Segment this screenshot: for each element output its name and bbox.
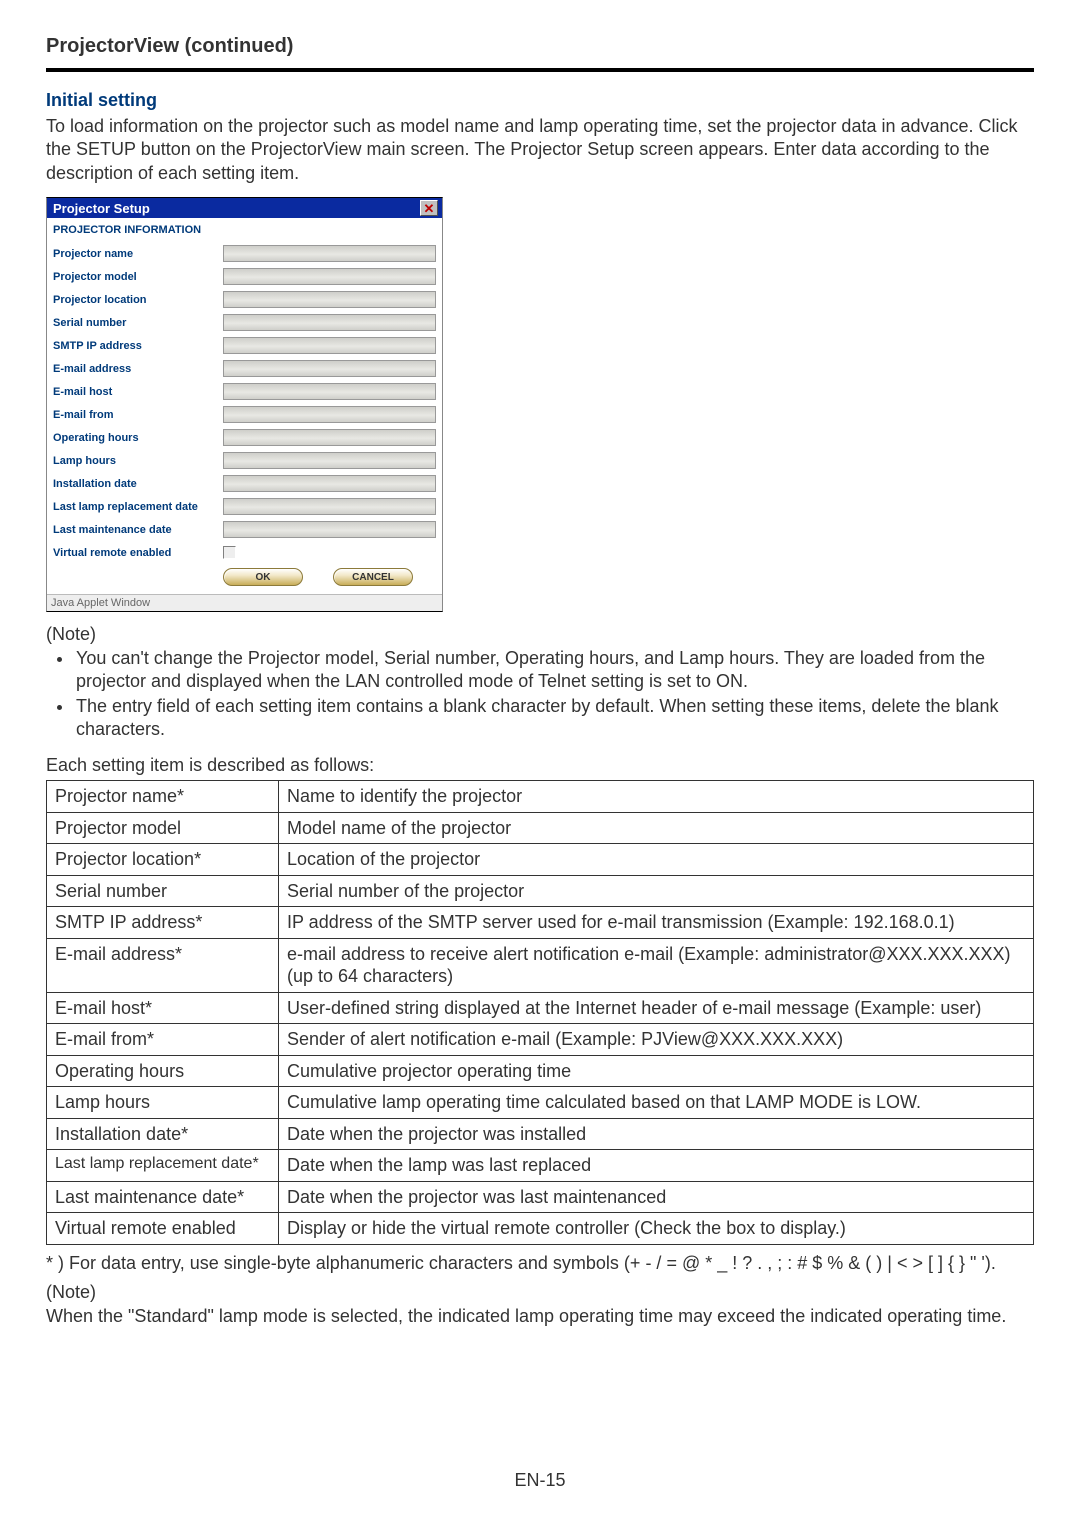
setting-name: Projector location* <box>47 844 279 876</box>
intro-paragraph: To load information on the projector suc… <box>46 115 1034 185</box>
label-email-address: E-mail address <box>53 363 223 375</box>
input-installation-date[interactable] <box>223 475 436 492</box>
setting-desc: Date when the projector was installed <box>279 1118 1034 1150</box>
label-email-from: E-mail from <box>53 409 223 421</box>
divider <box>46 68 1034 72</box>
setting-desc: Date when the projector was last mainten… <box>279 1181 1034 1213</box>
setting-name: Projector name* <box>47 781 279 813</box>
label-email-host: E-mail host <box>53 386 223 398</box>
input-email-host[interactable] <box>223 383 436 400</box>
setting-name: Serial number <box>47 875 279 907</box>
input-last-maintenance[interactable] <box>223 521 436 538</box>
label-installation-date: Installation date <box>53 478 223 490</box>
table-row: Projector location*Location of the proje… <box>47 844 1034 876</box>
label-last-maintenance: Last maintenance date <box>53 524 223 536</box>
setting-desc: Cumulative projector operating time <box>279 1055 1034 1087</box>
table-row: Serial numberSerial number of the projec… <box>47 875 1034 907</box>
footnote: * ) For data entry, use single-byte alph… <box>46 1253 1034 1274</box>
table-row: E-mail host*User-defined string displaye… <box>47 992 1034 1024</box>
setting-desc: Serial number of the projector <box>279 875 1034 907</box>
table-row: Installation date*Date when the projecto… <box>47 1118 1034 1150</box>
dialog-statusbar: Java Applet Window <box>47 594 442 611</box>
input-smtp-ip[interactable] <box>223 337 436 354</box>
table-row: Lamp hoursCumulative lamp operating time… <box>47 1087 1034 1119</box>
label-operating-hours: Operating hours <box>53 432 223 444</box>
input-email-address[interactable] <box>223 360 436 377</box>
dialog-section-label: PROJECTOR INFORMATION <box>53 224 436 236</box>
page-title: ProjectorView (continued) <box>46 35 1034 58</box>
label-projector-location: Projector location <box>53 294 223 306</box>
note-item: You can't change the Projector model, Se… <box>74 647 1034 693</box>
setting-desc: Name to identify the projector <box>279 781 1034 813</box>
input-lamp-hours[interactable] <box>223 452 436 469</box>
note-item: The entry field of each setting item con… <box>74 695 1034 741</box>
section-heading: Initial setting <box>46 90 1034 111</box>
table-intro: Each setting item is described as follow… <box>46 755 1034 776</box>
setting-desc: Sender of alert notification e-mail (Exa… <box>279 1024 1034 1056</box>
input-projector-location[interactable] <box>223 291 436 308</box>
dialog-titlebar: Projector Setup ✕ <box>47 198 442 218</box>
checkbox-virtual-remote[interactable] <box>223 546 236 559</box>
label-last-lamp-replace: Last lamp replacement date <box>53 501 223 513</box>
table-row: E-mail address*e-mail address to receive… <box>47 938 1034 992</box>
setting-desc: IP address of the SMTP server used for e… <box>279 907 1034 939</box>
table-row: Virtual remote enabledDisplay or hide th… <box>47 1213 1034 1245</box>
setting-desc: Date when the lamp was last replaced <box>279 1150 1034 1182</box>
input-operating-hours[interactable] <box>223 429 436 446</box>
setting-desc: Cumulative lamp operating time calculate… <box>279 1087 1034 1119</box>
setting-desc: Location of the projector <box>279 844 1034 876</box>
dialog-body: PROJECTOR INFORMATION Projector name Pro… <box>47 218 442 594</box>
setting-name: Installation date* <box>47 1118 279 1150</box>
note-heading-2: (Note) <box>46 1282 1034 1303</box>
setting-name: Last maintenance date* <box>47 1181 279 1213</box>
table-row: SMTP IP address*IP address of the SMTP s… <box>47 907 1034 939</box>
projector-setup-dialog: Projector Setup ✕ PROJECTOR INFORMATION … <box>46 197 443 612</box>
setting-name: E-mail from* <box>47 1024 279 1056</box>
label-lamp-hours: Lamp hours <box>53 455 223 467</box>
table-row: Last lamp replacement date*Date when the… <box>47 1150 1034 1182</box>
table-row: Projector modelModel name of the project… <box>47 812 1034 844</box>
label-virtual-remote: Virtual remote enabled <box>53 547 223 559</box>
note-heading: (Note) <box>46 624 1034 645</box>
page-number: EN-15 <box>0 1470 1080 1491</box>
note-text-2: When the "Standard" lamp mode is selecte… <box>46 1305 1034 1328</box>
dialog-title-text: Projector Setup <box>53 201 150 216</box>
setting-desc: Display or hide the virtual remote contr… <box>279 1213 1034 1245</box>
label-projector-name: Projector name <box>53 248 223 260</box>
cancel-button[interactable]: CANCEL <box>333 568 413 586</box>
label-smtp-ip: SMTP IP address <box>53 340 223 352</box>
setting-name: Virtual remote enabled <box>47 1213 279 1245</box>
label-projector-model: Projector model <box>53 271 223 283</box>
input-last-lamp-replace[interactable] <box>223 498 436 515</box>
table-row: Projector name*Name to identify the proj… <box>47 781 1034 813</box>
table-row: Last maintenance date*Date when the proj… <box>47 1181 1034 1213</box>
label-serial-number: Serial number <box>53 317 223 329</box>
input-email-from[interactable] <box>223 406 436 423</box>
settings-table: Projector name*Name to identify the proj… <box>46 780 1034 1245</box>
setting-desc: e-mail address to receive alert notifica… <box>279 938 1034 992</box>
table-row: E-mail from*Sender of alert notification… <box>47 1024 1034 1056</box>
input-projector-model[interactable] <box>223 268 436 285</box>
setting-desc: Model name of the projector <box>279 812 1034 844</box>
setting-name: SMTP IP address* <box>47 907 279 939</box>
setting-desc: User-defined string displayed at the Int… <box>279 992 1034 1024</box>
setting-name: E-mail address* <box>47 938 279 992</box>
close-button[interactable]: ✕ <box>420 200 438 216</box>
setting-name: E-mail host* <box>47 992 279 1024</box>
note-list: You can't change the Projector model, Se… <box>46 647 1034 741</box>
ok-button[interactable]: OK <box>223 568 303 586</box>
setting-name: Operating hours <box>47 1055 279 1087</box>
setting-name: Last lamp replacement date* <box>47 1150 279 1182</box>
setting-name: Projector model <box>47 812 279 844</box>
setting-name: Lamp hours <box>47 1087 279 1119</box>
close-icon: ✕ <box>424 202 435 215</box>
input-serial-number[interactable] <box>223 314 436 331</box>
input-projector-name[interactable] <box>223 245 436 262</box>
table-row: Operating hoursCumulative projector oper… <box>47 1055 1034 1087</box>
